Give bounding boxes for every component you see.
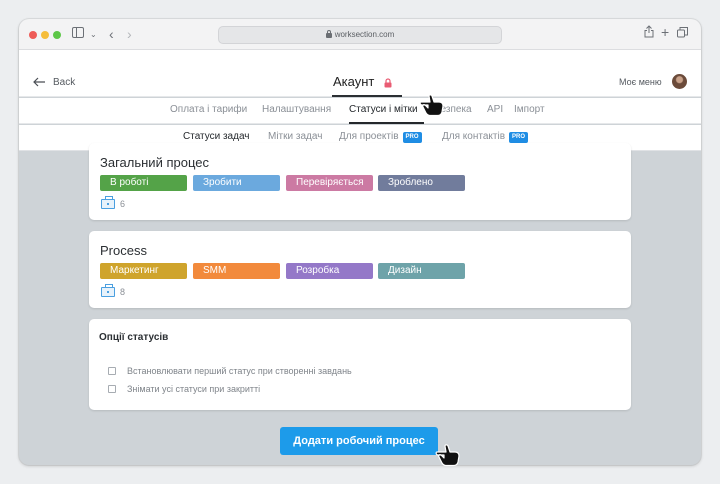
briefcase-icon: [101, 284, 115, 297]
avatar[interactable]: [672, 74, 687, 89]
option-label: Встановлювати перший статус при створенн…: [127, 366, 352, 376]
process-name[interactable]: Загальний процес: [100, 155, 209, 170]
project-count[interactable]: 8: [101, 284, 126, 297]
status-chip[interactable]: Маркетинг: [100, 263, 187, 279]
process-name[interactable]: Process: [100, 243, 147, 258]
address-bar[interactable]: worksection.com: [218, 26, 502, 44]
lock-icon: [384, 75, 392, 88]
back-button[interactable]: Back: [33, 77, 75, 88]
tab-task-labels[interactable]: Мітки задач: [268, 131, 322, 142]
checkbox[interactable]: [108, 367, 116, 375]
status-chip[interactable]: SMM: [193, 263, 280, 279]
tab-settings[interactable]: Налаштування: [262, 104, 331, 115]
arrow-left-icon: [33, 77, 46, 88]
browser-window: ⌄ ‹ › worksection.com + Back Акаунт Моє …: [19, 19, 701, 465]
chevron-down-icon[interactable]: ⌄: [90, 28, 97, 42]
project-count-value: 6: [120, 199, 126, 209]
close-window-button[interactable]: [29, 31, 37, 39]
status-chip[interactable]: Перевіряється: [286, 175, 373, 191]
back-nav-icon[interactable]: ‹: [109, 27, 114, 41]
tab-statuses-labels[interactable]: Статуси і мітки: [349, 104, 418, 115]
project-count[interactable]: 6: [101, 196, 126, 209]
option-first-status[interactable]: Встановлювати перший статус при створенн…: [108, 366, 352, 376]
forward-nav-icon[interactable]: ›: [127, 27, 132, 41]
options-title: Опції статусів: [99, 332, 169, 343]
new-tab-icon[interactable]: +: [661, 25, 669, 39]
back-label: Back: [53, 77, 76, 88]
sidebar-toggle-icon[interactable]: [72, 27, 84, 41]
page-title: Акаунт: [333, 74, 375, 89]
status-chip[interactable]: В роботі: [100, 175, 187, 191]
status-chip[interactable]: Зробити: [193, 175, 280, 191]
address-url: worksection.com: [334, 30, 395, 39]
tab-for-contacts-label: Для контактів: [442, 131, 506, 142]
browser-toolbar: ⌄ ‹ › worksection.com +: [19, 19, 701, 50]
pro-badge: PRO: [509, 132, 529, 143]
status-options-card: Опції статусів Встановлювати перший стат…: [89, 319, 631, 410]
process-card[interactable]: Загальний процес В роботі Зробити Переві…: [89, 143, 631, 220]
share-icon[interactable]: [644, 25, 654, 41]
title-underline: [332, 95, 402, 97]
status-chip[interactable]: Дизайн: [378, 263, 465, 279]
hand-cursor-icon: [419, 94, 444, 117]
add-workflow-button[interactable]: Додати робочий процес: [280, 427, 438, 455]
minimize-window-button[interactable]: [41, 31, 49, 39]
tab-billing[interactable]: Оплата і тарифи: [170, 104, 247, 115]
tab-for-contacts[interactable]: Для контактів PRO: [442, 131, 529, 143]
status-chip[interactable]: Розробка: [286, 263, 373, 279]
tab-for-projects[interactable]: Для проектів PRO: [339, 131, 422, 143]
option-clear-statuses[interactable]: Знімати усі статуси при закритті: [108, 384, 260, 394]
option-label: Знімати усі статуси при закритті: [127, 384, 261, 394]
tabs-overview-icon[interactable]: [677, 27, 688, 41]
tab-api[interactable]: API: [487, 104, 503, 115]
tab-import[interactable]: Імпорт: [514, 104, 545, 115]
checkbox[interactable]: [108, 385, 116, 393]
main-tabs: Оплата і тарифи Налаштування Статуси і м…: [19, 98, 701, 124]
app-header: Back Акаунт Моє меню: [19, 50, 701, 97]
active-tab-underline: [349, 122, 424, 124]
hand-cursor-icon: [435, 444, 460, 467]
briefcase-icon: [101, 196, 115, 209]
lock-icon: [325, 30, 332, 38]
maximize-window-button[interactable]: [53, 31, 61, 39]
my-menu-link[interactable]: Моє меню: [619, 77, 662, 87]
tab-task-statuses[interactable]: Статуси задач: [183, 131, 250, 142]
status-chip[interactable]: Зроблено: [378, 175, 465, 191]
pro-badge: PRO: [402, 132, 422, 143]
process-card[interactable]: Process Маркетинг SMM Розробка Дизайн 8: [89, 231, 631, 308]
project-count-value: 8: [120, 287, 126, 297]
tab-for-projects-label: Для проектів: [339, 131, 399, 142]
